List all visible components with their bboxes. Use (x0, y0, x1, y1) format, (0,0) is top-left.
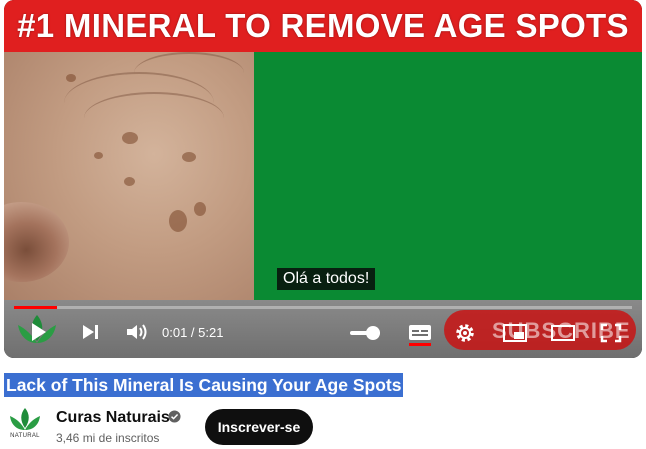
banner-text: #1 MINERAL TO REMOVE AGE SPOTS (17, 7, 629, 44)
subscriber-count: 3,46 mi de inscritos (56, 431, 160, 445)
time-display: 0:01 / 5:21 (162, 325, 224, 340)
play-icon (18, 315, 56, 343)
fullscreen-button[interactable] (596, 320, 626, 346)
volume-knob[interactable] (366, 326, 380, 340)
settings-icon (456, 324, 474, 342)
channel-logo-text: NATURAL (10, 433, 40, 439)
play-button[interactable] (10, 310, 64, 354)
video-caption: Olá a todos! (277, 268, 376, 290)
subscribe-button[interactable]: Inscrever-se (205, 409, 313, 445)
channel-avatar[interactable]: NATURAL (7, 406, 43, 444)
progress-bar[interactable] (14, 306, 632, 309)
theater-icon (551, 325, 575, 341)
progress-fill (14, 306, 58, 309)
volume-icon (127, 324, 147, 340)
fullscreen-icon (600, 323, 622, 343)
theater-button[interactable] (548, 320, 578, 346)
captions-button[interactable] (406, 320, 434, 348)
player-controls: 0:01 / 5:21 SUBSCRIBE (4, 300, 642, 358)
next-button[interactable] (76, 320, 104, 344)
miniplayer-icon (503, 324, 527, 342)
video-face-image (4, 52, 254, 307)
next-icon (83, 325, 98, 339)
miniplayer-button[interactable] (500, 320, 530, 346)
video-player[interactable]: #1 MINERAL TO REMOVE AGE SPOTS Olá a tod… (4, 0, 642, 358)
verified-check-icon (168, 410, 181, 423)
settings-button[interactable] (452, 320, 478, 346)
captions-icon (409, 325, 431, 346)
channel-name[interactable]: Curas Naturais (56, 409, 170, 427)
video-title[interactable]: Lack of This Mineral Is Causing Your Age… (4, 373, 404, 397)
volume-button[interactable] (122, 320, 152, 344)
video-banner: #1 MINERAL TO REMOVE AGE SPOTS (4, 0, 642, 52)
